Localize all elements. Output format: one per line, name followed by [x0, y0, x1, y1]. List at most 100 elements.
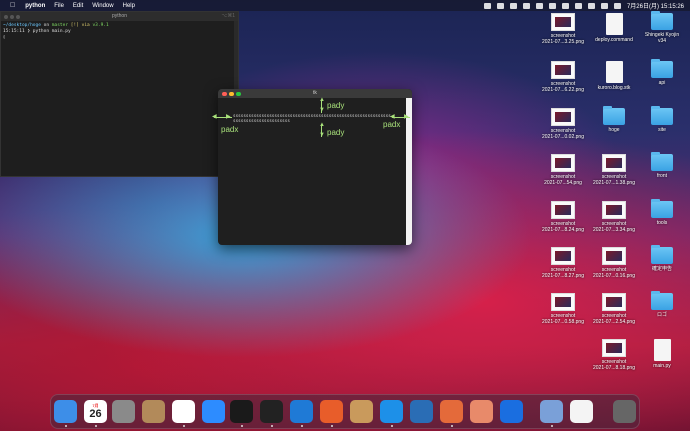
desktop-icon-label: tools	[656, 220, 668, 226]
bluetooth-icon[interactable]	[548, 2, 556, 9]
desktop-icon-folder[interactable]: api	[636, 59, 688, 86]
status-icon-2[interactable]	[496, 2, 504, 9]
desktop-icon-label: hoge	[608, 127, 620, 133]
screenshot-thumbnail-icon	[551, 293, 575, 311]
desktop-icon-shot[interactable]: screenshot 2021-07...0.02.png	[537, 108, 589, 140]
desktop-icon-shot[interactable]: screenshot 2021-07...8.24.png	[537, 201, 589, 233]
desktop-icon-folder[interactable]: Shingeki Kyojin v34	[636, 11, 688, 44]
padx-arrowhead-right-icon: ▶	[226, 114, 231, 120]
desktop-icon-shot[interactable]: screenshot 2021-07...3.25.png	[537, 13, 589, 45]
screenshot-thumbnail-icon	[551, 108, 575, 126]
screenshot-thumbnail-icon	[551, 247, 575, 265]
siri-icon[interactable]	[613, 2, 621, 9]
menu-app-name[interactable]: python	[25, 3, 45, 9]
desktop-icon-label: screenshot 2021-07...8.27.png	[542, 267, 584, 279]
desktop-icon-shot[interactable]: screenshot 2021-07...54.png	[537, 154, 589, 186]
desktop-icon-folder[interactable]: hoge	[588, 106, 640, 133]
terminal-output[interactable]: ~/desktop/hoge on master [!] via v3.9.1 …	[1, 21, 238, 43]
docker-icon[interactable]	[380, 400, 403, 423]
preview-icon[interactable]	[540, 400, 563, 423]
desktop-icon-shot[interactable]: screenshot 2021-07...0.16.png	[588, 247, 640, 279]
desktop-icon-folder[interactable]: site	[636, 106, 688, 133]
search-icon[interactable]	[587, 2, 595, 9]
chrome-icon[interactable]	[172, 400, 195, 423]
desktop-icon-shot[interactable]: screenshot 2021-07...8.18.png	[588, 339, 640, 371]
desktop-icon-folder[interactable]: ロゴ	[636, 291, 688, 318]
desktop-icon-shot[interactable]: screenshot 2021-07...1.38.png	[588, 154, 640, 186]
calendar-icon[interactable]: 7月 26	[84, 400, 107, 423]
wifi-icon[interactable]	[574, 2, 582, 9]
desktop-icon-label: kuroro.blog.stk	[597, 85, 631, 91]
folder-icon	[651, 152, 673, 171]
screenshot-thumbnail-icon	[602, 339, 626, 357]
menu-edit[interactable]: Edit	[73, 3, 83, 9]
zoom-button[interactable]	[236, 91, 241, 96]
close-button[interactable]	[222, 91, 227, 96]
document-icon	[605, 13, 623, 35]
menu-window[interactable]: Window	[92, 3, 113, 9]
zoom-button[interactable]	[16, 14, 20, 19]
menu-file[interactable]: File	[54, 3, 64, 9]
analytics-icon[interactable]	[320, 400, 343, 423]
menu-bar:  python File Edit Window Help 7月26日(月) …	[0, 0, 690, 11]
status-icon-4[interactable]	[522, 2, 530, 9]
running-indicator	[95, 425, 97, 427]
terminal-window[interactable]: python ⌥⌘1 ~/desktop/hoge on master [!] …	[0, 11, 239, 178]
desktop-icon-doc[interactable]: deploy.command	[588, 13, 640, 43]
desktop-icon-folder[interactable]: front	[636, 152, 688, 179]
contacts-icon[interactable]	[142, 400, 165, 423]
pady-arrowhead-bottom2-icon: ▼	[319, 132, 325, 138]
desktop-icon-doc[interactable]: main.py	[636, 339, 688, 369]
pady-arrowhead-top-icon: ▲	[319, 97, 325, 103]
folder-icon	[651, 59, 673, 78]
desktop-icon-doc[interactable]: kuroro.blog.stk	[588, 61, 640, 91]
running-indicator	[551, 425, 553, 427]
status-icon-1[interactable]	[483, 2, 491, 9]
system-preferences-icon[interactable]	[112, 400, 135, 423]
battery-icon[interactable]	[561, 2, 569, 9]
desktop-icon-label: screenshot 2021-07...2.54.png	[593, 313, 635, 325]
desktop-icon-shot[interactable]: screenshot 2021-07...3.34.png	[588, 201, 640, 233]
zoom-icon[interactable]	[202, 400, 225, 423]
tk-titlebar[interactable]: tk	[218, 89, 412, 98]
prompt-branch: master	[51, 23, 69, 28]
minimize-button[interactable]	[10, 14, 14, 19]
terminal-titlebar[interactable]: python ⌥⌘1	[1, 12, 238, 21]
finder-icon[interactable]	[54, 400, 77, 423]
document-icon[interactable]	[570, 400, 593, 423]
sourcetree-icon[interactable]	[440, 400, 463, 423]
minimize-button[interactable]	[229, 91, 234, 96]
vscode-icon[interactable]	[290, 400, 313, 423]
prompt-status: [!] via	[70, 23, 90, 28]
archive-utility-icon[interactable]	[350, 400, 373, 423]
infinity-app-icon[interactable]	[500, 400, 523, 423]
activity-monitor-icon[interactable]	[230, 400, 253, 423]
trash-icon[interactable]	[613, 400, 636, 423]
quicktime-icon[interactable]	[410, 400, 433, 423]
folder-icon	[651, 245, 673, 264]
menu-help[interactable]: Help	[123, 3, 135, 9]
desktop-icon-label: screenshot 2021-07...0.58.png	[542, 313, 584, 325]
terminal-cursor: ▯	[3, 35, 6, 40]
close-button[interactable]	[4, 14, 8, 19]
status-icon-3[interactable]	[509, 2, 517, 9]
control-center-icon[interactable]	[600, 2, 608, 9]
padx-arrowhead-left-icon: ◀	[212, 114, 217, 120]
screenshot-thumbnail-icon	[602, 201, 626, 219]
screenshot-thumbnail-icon	[551, 13, 575, 31]
status-icon-5[interactable]	[535, 2, 543, 9]
tk-window[interactable]: tk sssssssssssssssssssssssssssssssssssss…	[218, 89, 412, 245]
folder-icon	[651, 11, 673, 30]
desktop-icon-shot[interactable]: screenshot 2021-07...6.22.png	[537, 61, 589, 93]
desktop-icon-shot[interactable]: screenshot 2021-07...2.54.png	[588, 293, 640, 325]
photo-app-icon[interactable]	[470, 400, 493, 423]
apple-menu-icon[interactable]: 	[10, 2, 15, 9]
terminal-icon[interactable]	[260, 400, 283, 423]
desktop-icon-shot[interactable]: screenshot 2021-07...8.27.png	[537, 247, 589, 279]
desktop-icon-label: 確定申告	[651, 266, 672, 272]
desktop-icon-shot[interactable]: screenshot 2021-07...0.58.png	[537, 293, 589, 325]
clock[interactable]: 7月26日(月) 15:15:26	[627, 1, 684, 10]
desktop-icon-folder[interactable]: 確定申告	[636, 245, 688, 272]
desktop-icon-label: screenshot 2021-07...0.16.png	[593, 267, 635, 279]
desktop-icon-folder[interactable]: tools	[636, 199, 688, 226]
